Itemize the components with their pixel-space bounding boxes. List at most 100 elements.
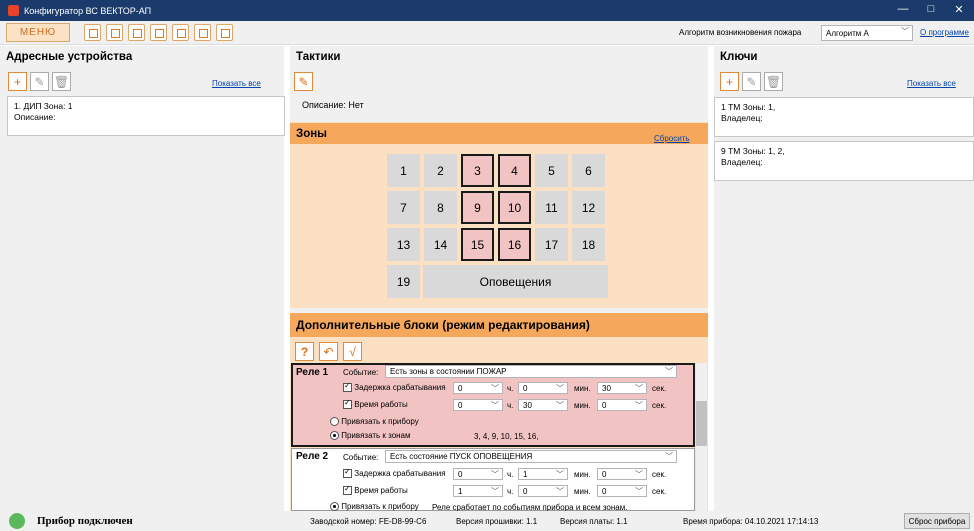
chevron-down-icon: ﹀ (491, 384, 499, 393)
relay-2-bind-device-radio[interactable]: Привязать к прибору (330, 502, 419, 512)
chevron-down-icon: ﹀ (635, 401, 643, 410)
relay-1-bind-zones-radio[interactable]: Привязать к зонам (330, 431, 411, 441)
relay-2-delay-checkbox[interactable]: Задержка срабатывания (343, 467, 446, 479)
edit-device-button[interactable]: ✎ (30, 72, 49, 91)
add-device-button[interactable]: + (8, 72, 27, 91)
relay-2-work-label: Время работы (354, 486, 408, 495)
relay-1-delay-hours[interactable]: 0 ﹀ (453, 382, 503, 394)
zone-cell[interactable]: 17 (535, 228, 568, 261)
serial-number: Заводской номер: FE-D8-99-C6 (310, 517, 427, 526)
show-all-keys-link[interactable]: Показать все (907, 79, 956, 88)
relay-2-delay-minutes[interactable]: 1 ﹀ (518, 468, 568, 480)
chevron-down-icon: ﹀ (556, 384, 564, 393)
alert-zone[interactable]: Оповещения (423, 265, 608, 298)
zone-cell[interactable]: 8 (424, 191, 457, 224)
relay-2-work-hours[interactable]: 1 ﹀ (453, 485, 503, 497)
relay-2-event-select[interactable]: Есть состояние ПУСК ОПОВЕЩЕНИЯ ﹀ (385, 450, 677, 463)
show-all-devices-link[interactable]: Показать все (212, 79, 261, 88)
list-icon[interactable] (194, 24, 211, 41)
zone-cell[interactable]: 3 (461, 154, 494, 187)
algorithm-label: Алгоритм возникновения пожара (679, 28, 802, 37)
apply-button[interactable]: √ (343, 342, 362, 361)
zone-cell[interactable]: 15 (461, 228, 494, 261)
hours-unit: ч. (507, 384, 514, 393)
zone-cell[interactable]: 2 (424, 154, 457, 187)
device-line1: 1. ДИП Зона: 1 (14, 101, 73, 111)
algorithm-select[interactable]: Алгоритм А ﹀ (821, 25, 913, 41)
relay-2-work-seconds-value: 0 (602, 486, 607, 496)
chevron-down-icon: ﹀ (556, 401, 564, 410)
zone-cell[interactable]: 19 (387, 265, 420, 298)
relay-2-delay-seconds[interactable]: 0 ﹀ (597, 468, 647, 480)
relay-1-bind-device-radio[interactable]: Привязать к прибору (330, 417, 419, 427)
close-button[interactable]: ✕ (952, 3, 966, 16)
about-link[interactable]: О программе (920, 28, 969, 37)
relay-1-event-label: Событие: (343, 368, 379, 377)
relay-1-bind-device-label: Привязать к прибору (341, 417, 419, 426)
write-device-icon[interactable] (106, 24, 123, 41)
zone-cell[interactable]: 13 (387, 228, 420, 261)
import-icon[interactable] (150, 24, 167, 41)
relay-1-delay-seconds[interactable]: 30 ﹀ (597, 382, 647, 394)
zone-cell[interactable]: 5 (535, 154, 568, 187)
relay-scrollbar[interactable] (696, 363, 707, 511)
zone-cell[interactable]: 16 (498, 228, 531, 261)
edit-key-button[interactable]: ✎ (742, 72, 761, 91)
undo-button[interactable]: ↶ (319, 342, 338, 361)
relay-2-delay-hours[interactable]: 0 ﹀ (453, 468, 503, 480)
delete-device-button[interactable]: 🗑 (52, 72, 71, 91)
clock-icon[interactable] (172, 24, 189, 41)
key-line1: 9 ТМ Зоны: 1, 2, (721, 146, 785, 156)
reset-device-button[interactable]: Сброс прибора (904, 513, 970, 529)
scrollbar-thumb[interactable] (696, 401, 707, 446)
reset-zones-link[interactable]: Сбросить (654, 134, 690, 143)
relay-1-work-minutes[interactable]: 30 ﹀ (518, 399, 568, 411)
zone-cell[interactable]: 12 (572, 191, 605, 224)
zone-cell[interactable]: 1 (387, 154, 420, 187)
list-item[interactable]: 1 ТМ Зоны: 1, Владелец: (714, 97, 974, 137)
zone-cell[interactable]: 14 (424, 228, 457, 261)
delete-key-button[interactable]: 🗑 (764, 72, 783, 91)
relay-1-delay-minutes[interactable]: 0 ﹀ (518, 382, 568, 394)
relay-1-work-seconds[interactable]: 0 ﹀ (597, 399, 647, 411)
relay-1-work-hours[interactable]: 0 ﹀ (453, 399, 503, 411)
edit-tactics-button[interactable]: ✎ (294, 72, 313, 91)
chevron-down-icon: ﹀ (635, 470, 643, 479)
list-item[interactable]: 9 ТМ Зоны: 1, 2, Владелец: (714, 141, 974, 181)
tactics-description: Описание: Нет (302, 100, 364, 110)
address-devices-title: Адресные устройства (0, 46, 284, 68)
add-key-button[interactable]: + (720, 72, 739, 91)
zone-cell[interactable]: 7 (387, 191, 420, 224)
help-button[interactable]: ? (295, 342, 314, 361)
relay-1-event-select[interactable]: Есть зоны в состоянии ПОЖАР ﹀ (385, 365, 677, 378)
zone-cell[interactable]: 4 (498, 154, 531, 187)
relay-1-delay-checkbox[interactable]: Задержка срабатывания (343, 381, 446, 393)
relay-2-delay-hours-value: 0 (458, 469, 463, 479)
zone-cell[interactable]: 11 (535, 191, 568, 224)
maximize-button[interactable]: □ (924, 3, 938, 15)
extra-blocks-title: Дополнительные блоки (режим редактирован… (290, 313, 708, 337)
zone-cell[interactable]: 10 (498, 191, 531, 224)
zone-cell[interactable]: 6 (572, 154, 605, 187)
zone-cell[interactable]: 9 (461, 191, 494, 224)
relay-2-work-seconds[interactable]: 0 ﹀ (597, 485, 647, 497)
key-line1: 1 ТМ Зоны: 1, (721, 102, 776, 112)
chevron-down-icon: ﹀ (556, 470, 564, 479)
algorithm-value: Алгоритм А (826, 28, 869, 38)
export-icon[interactable] (128, 24, 145, 41)
list-item[interactable]: 1. ДИП Зона: 1 Описание: (7, 96, 285, 136)
relay-2-work-checkbox[interactable]: Время работы (343, 484, 408, 496)
chevron-down-icon: ﹀ (491, 487, 499, 496)
relay-2-event-label: Событие: (343, 453, 379, 462)
hours-unit: ч. (507, 487, 514, 496)
info-icon[interactable] (216, 24, 233, 41)
minimize-button[interactable]: — (896, 3, 910, 15)
chevron-down-icon: ﹀ (665, 452, 673, 461)
relay-1-zones-list: 3, 4, 9, 10, 15, 16, (474, 432, 539, 441)
read-device-icon[interactable] (84, 24, 101, 41)
relay-2-work-minutes[interactable]: 0 ﹀ (518, 485, 568, 497)
zone-cell[interactable]: 18 (572, 228, 605, 261)
menu-button[interactable]: МЕНЮ (6, 23, 70, 42)
relay-1-work-checkbox[interactable]: Время работы (343, 398, 408, 410)
relay-1-work-hours-value: 0 (458, 400, 463, 410)
